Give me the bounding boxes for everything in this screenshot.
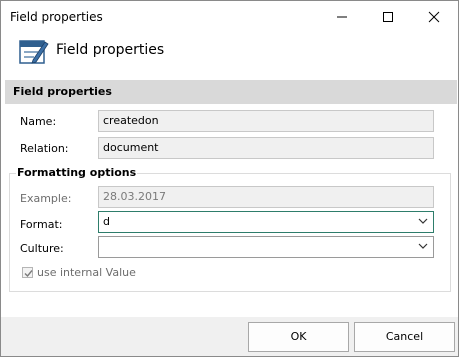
section-title: Field properties (13, 85, 112, 98)
name-label: Name: (20, 115, 57, 128)
name-field[interactable]: createdon (98, 110, 434, 132)
format-label: Format: (20, 218, 63, 231)
use-internal-value-checkbox[interactable] (22, 267, 33, 278)
ok-button[interactable]: OK (248, 322, 349, 352)
maximize-icon (383, 12, 393, 22)
window-title: Field properties (10, 10, 103, 24)
chevron-down-icon[interactable] (418, 218, 428, 225)
maximize-button[interactable] (365, 1, 411, 32)
relation-field[interactable]: document (98, 137, 434, 159)
format-combobox[interactable]: d (98, 211, 434, 233)
cancel-button[interactable]: Cancel (354, 322, 455, 352)
section-header: Field properties (5, 80, 457, 104)
use-internal-value-label: use internal Value (37, 266, 136, 279)
relation-label: Relation: (20, 142, 69, 155)
example-field: 28.03.2017 (98, 186, 434, 208)
title-bar: Field properties (1, 1, 458, 32)
close-button[interactable] (411, 1, 457, 32)
group-border-right (126, 173, 451, 174)
checkmark-icon (24, 270, 33, 278)
example-label: Example: (20, 192, 72, 205)
dialog-footer: OK Cancel (1, 317, 458, 356)
minimize-button[interactable] (319, 1, 365, 32)
format-value: d (103, 215, 110, 228)
header-title: Field properties (56, 42, 165, 58)
edit-form-icon (19, 40, 49, 64)
dialog-window: Field properties Field properties Field … (0, 0, 459, 357)
minimize-icon (337, 16, 347, 18)
formatting-group-title: Formatting options (16, 166, 138, 179)
culture-label: Culture: (20, 242, 64, 255)
chevron-down-icon[interactable] (418, 243, 428, 250)
culture-combobox[interactable] (98, 236, 434, 258)
close-icon (428, 11, 440, 23)
